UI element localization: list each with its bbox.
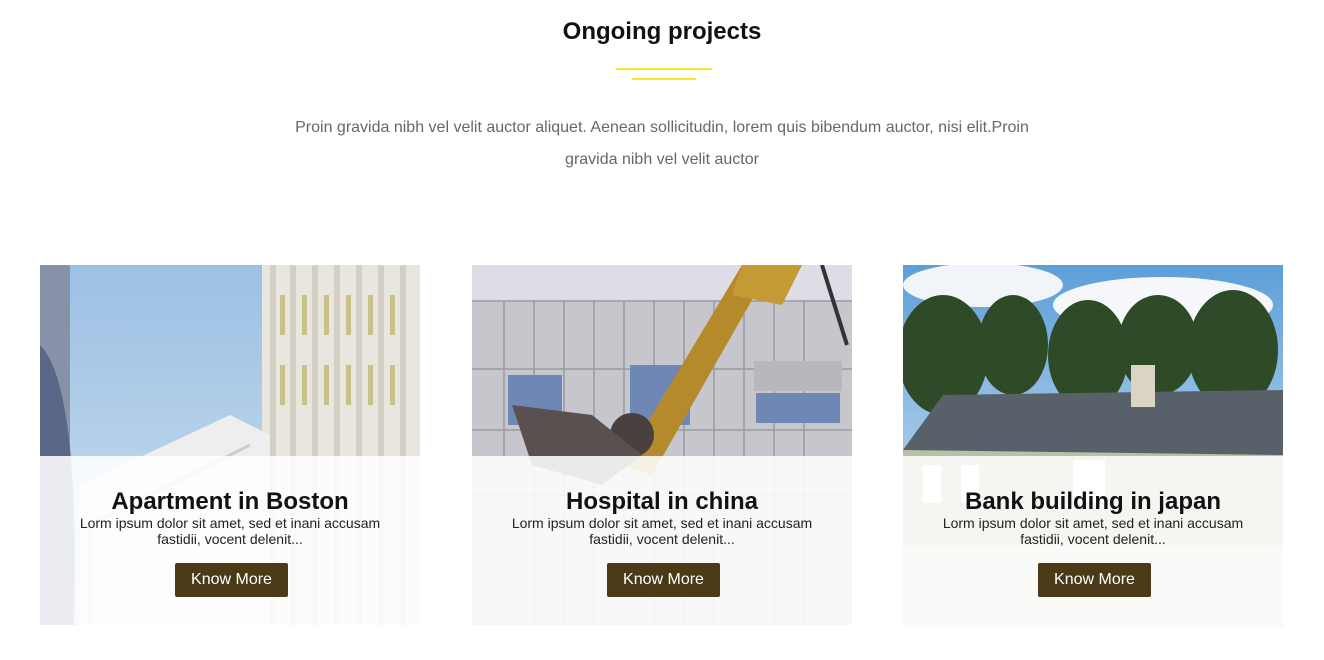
card-title: Apartment in Boston bbox=[111, 488, 349, 515]
section-title: Ongoing projects bbox=[562, 18, 762, 45]
project-card: Bank building in japan Lorm ipsum dolor … bbox=[903, 265, 1283, 628]
know-more-button[interactable]: Know More bbox=[1038, 563, 1151, 597]
project-card: Hospital in china Lorm ipsum dolor sit a… bbox=[472, 265, 852, 625]
title-underline bbox=[616, 68, 712, 70]
know-more-button[interactable]: Know More bbox=[607, 563, 720, 597]
card-title: Bank building in japan bbox=[964, 488, 1221, 515]
project-card: Apartment in Boston Lorm ipsum dolor sit… bbox=[40, 265, 420, 625]
section-intro: Proin gravida nibh vel velit auctor aliq… bbox=[295, 119, 1029, 168]
card-description: Lorm ipsum dolor sit amet, sed et inani … bbox=[79, 515, 381, 547]
title-underline-short bbox=[632, 78, 696, 80]
card-description: Lorm ipsum dolor sit amet, sed et inani … bbox=[511, 515, 813, 547]
card-description: Lorm ipsum dolor sit amet, sed et inani … bbox=[942, 515, 1244, 547]
know-more-button[interactable]: Know More bbox=[175, 563, 288, 597]
card-title: Hospital in china bbox=[565, 488, 759, 515]
